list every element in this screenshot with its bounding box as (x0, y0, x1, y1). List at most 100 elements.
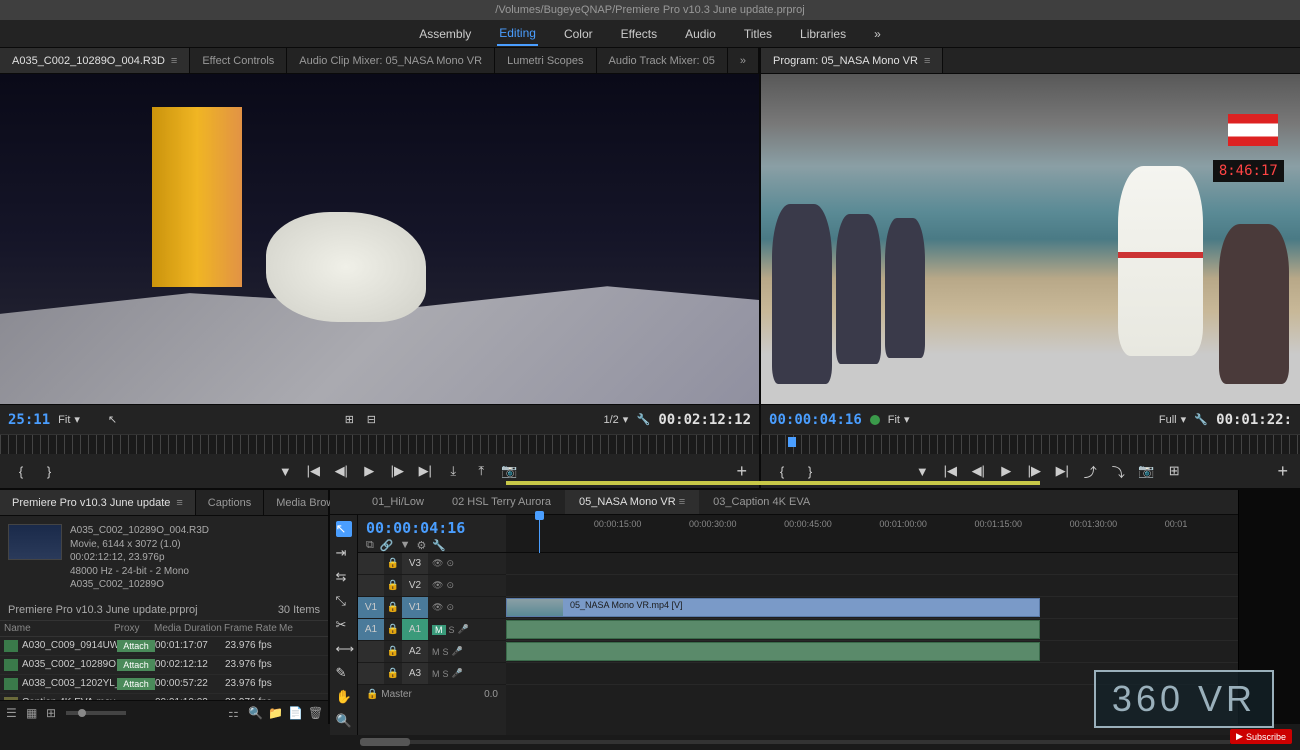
comparison-view-icon[interactable]: ⊞ (1165, 462, 1183, 480)
bin-row[interactable]: A030_C009_0914UWAttach00:01:17:0723.976 … (0, 637, 328, 656)
workspace-overflow-icon[interactable]: » (872, 23, 883, 45)
source-zoom-select[interactable]: Fit ▾ (58, 413, 80, 426)
new-bin-icon[interactable]: 📁 (268, 706, 282, 720)
razor-tool-icon[interactable]: ✂ (336, 617, 352, 633)
sequence-tab[interactable]: 02 HSL Terry Aurora (438, 490, 565, 514)
tab-menu-icon[interactable]: ≡ (176, 497, 182, 509)
mark-in-icon[interactable]: { (773, 462, 791, 480)
workspace-audio[interactable]: Audio (683, 23, 718, 45)
youtube-subscribe-badge[interactable]: ▶ Subscribe (1230, 729, 1292, 744)
extract-icon[interactable]: ⤵ (1109, 462, 1127, 480)
bin-list[interactable]: A030_C009_0914UWAttach00:01:17:0723.976 … (0, 637, 328, 701)
wrench-icon[interactable]: 🔧 (1194, 413, 1208, 427)
export-frame-icon[interactable]: 📷 (500, 462, 518, 480)
program-tab[interactable]: Program: 05_NASA Mono VR ≡ (761, 48, 943, 73)
source-tab-audio-track-mixer[interactable]: Audio Track Mixer: 05 (597, 48, 728, 73)
track-header-a2[interactable]: 🔒A2MS🎤 (358, 641, 506, 663)
toggle-output-icon[interactable]: 👁 (432, 558, 443, 569)
step-back-icon[interactable]: ◀| (332, 462, 350, 480)
linked-selection-icon[interactable]: 🔗 (380, 539, 394, 552)
lock-icon[interactable]: 🔒 (384, 602, 402, 613)
go-to-out-icon[interactable]: ▶| (416, 462, 434, 480)
source-tab-overflow[interactable]: » (728, 48, 759, 73)
export-frame-icon[interactable]: 📷 (1137, 462, 1155, 480)
workspace-assembly[interactable]: Assembly (417, 23, 473, 45)
mark-in-icon[interactable]: { (12, 462, 30, 480)
timeline-timecode[interactable]: 00:00:04:16 (366, 519, 498, 537)
add-marker-icon[interactable]: ▼ (913, 462, 931, 480)
timeline-ruler[interactable]: 00:00:15:00 00:00:30:00 00:00:45:00 00:0… (506, 515, 1238, 552)
bin-column-headers[interactable]: Name Proxy Media Duration Frame Rate Me (0, 621, 328, 637)
mic-icon[interactable]: 🎤 (452, 646, 463, 657)
tab-menu-icon[interactable]: ≡ (171, 55, 177, 67)
toggle-output-icon[interactable]: 👁 (432, 602, 443, 613)
insert-icon[interactable]: ⤓ (444, 462, 462, 480)
lock-icon[interactable]: 🔒 (384, 580, 402, 591)
audio-clip[interactable] (506, 620, 1040, 639)
workspace-color[interactable]: Color (562, 23, 595, 45)
program-zoom-select[interactable]: Fit ▾ (888, 413, 910, 426)
go-to-in-icon[interactable]: |◀ (304, 462, 322, 480)
play-icon[interactable]: ▶ (360, 462, 378, 480)
go-to-out-icon[interactable]: ▶| (1053, 462, 1071, 480)
tab-menu-icon[interactable]: ≡ (679, 496, 685, 508)
workspace-titles[interactable]: Titles (742, 23, 774, 45)
go-to-in-icon[interactable]: |◀ (941, 462, 959, 480)
icon-view-icon[interactable]: ▦ (26, 706, 40, 720)
play-icon[interactable]: ▶ (997, 462, 1015, 480)
workspace-libraries[interactable]: Libraries (798, 23, 848, 45)
auto-sequence-icon[interactable]: ⚏ (228, 706, 242, 720)
snap-icon[interactable]: ⧉ (366, 539, 374, 552)
selection-tool-icon[interactable]: ↖ (336, 521, 352, 537)
program-resolution-select[interactable]: Full ▾ (1159, 413, 1186, 426)
lock-icon[interactable]: 🔒 (384, 668, 402, 679)
settings-icon[interactable]: ⚙ (416, 539, 426, 552)
sequence-tab[interactable]: 03_Caption 4K EVA (699, 490, 824, 514)
work-area-bar[interactable] (506, 481, 1040, 485)
overwrite-icon[interactable]: ⤒ (472, 462, 490, 480)
source-playhead-timecode[interactable]: 25:11 (8, 412, 50, 428)
bin-row[interactable]: A038_C003_1202YL_Attach00:00:57:2223.976… (0, 675, 328, 694)
workspace-editing[interactable]: Editing (497, 22, 538, 46)
track-header-v3[interactable]: 🔒V3👁⊙ (358, 553, 506, 575)
button-editor-icon[interactable]: + (737, 461, 748, 482)
slip-tool-icon[interactable]: ⟷ (336, 641, 352, 657)
source-tab-clip[interactable]: A035_C002_10289O_004.R3D ≡ (0, 48, 190, 73)
sequence-tab-active[interactable]: 05_NASA Mono VR ≡ (565, 490, 699, 514)
lock-icon[interactable]: 🔒 (384, 646, 402, 657)
playhead-indicator-icon[interactable] (788, 437, 796, 447)
project-tab-project[interactable]: Premiere Pro v10.3 June update ≡ (0, 490, 196, 515)
step-forward-icon[interactable]: |▶ (388, 462, 406, 480)
program-scrubber[interactable] (761, 434, 1300, 454)
source-tab-lumetri-scopes[interactable]: Lumetri Scopes (495, 48, 596, 73)
toggle-output-icon[interactable]: 👁 (432, 580, 443, 591)
video-clip[interactable]: 05_NASA Mono VR.mp4 [V] (506, 598, 1040, 617)
project-tab-captions[interactable]: Captions (196, 490, 264, 515)
button-editor-icon[interactable]: + (1277, 461, 1288, 482)
track-header-a1[interactable]: A1🔒A1MS🎤 (358, 619, 506, 641)
wrench-icon[interactable]: 🔧 (636, 413, 650, 427)
source-tab-effect-controls[interactable]: Effect Controls (190, 48, 287, 73)
audio-clip[interactable] (506, 642, 1040, 661)
track-select-tool-icon[interactable]: ⇥ (336, 545, 352, 561)
track-header-v1[interactable]: V1🔒V1👁⊙ (358, 597, 506, 619)
hand-tool-icon[interactable]: ✋ (336, 689, 352, 705)
bin-row[interactable]: A035_C002_10289OAttach00:02:12:1223.976 … (0, 656, 328, 675)
source-video-frame[interactable] (0, 74, 759, 404)
add-marker-icon[interactable]: ▼ (276, 462, 294, 480)
new-item-icon[interactable]: 📄 (288, 706, 302, 720)
step-forward-icon[interactable]: |▶ (1025, 462, 1043, 480)
clip-thumbnail[interactable] (8, 524, 62, 560)
find-icon[interactable]: 🔍 (248, 706, 262, 720)
lift-icon[interactable]: ⤴ (1081, 462, 1099, 480)
lock-icon[interactable]: 🔒 (384, 558, 402, 569)
lock-icon[interactable]: 🔒 (384, 624, 402, 635)
track-header-v2[interactable]: 🔒V2👁⊙ (358, 575, 506, 597)
zoom-tool-icon[interactable]: 🔍 (336, 713, 352, 729)
sequence-tab[interactable]: 01_Hi/Low (358, 490, 438, 514)
tab-menu-icon[interactable]: ≡ (924, 55, 930, 67)
timeline-zoom-slider[interactable] (360, 736, 1230, 748)
rate-stretch-tool-icon[interactable]: ⤡ (336, 593, 352, 609)
track-header-a3[interactable]: 🔒A3MS🎤 (358, 663, 506, 685)
mic-icon[interactable]: 🎤 (458, 624, 469, 635)
